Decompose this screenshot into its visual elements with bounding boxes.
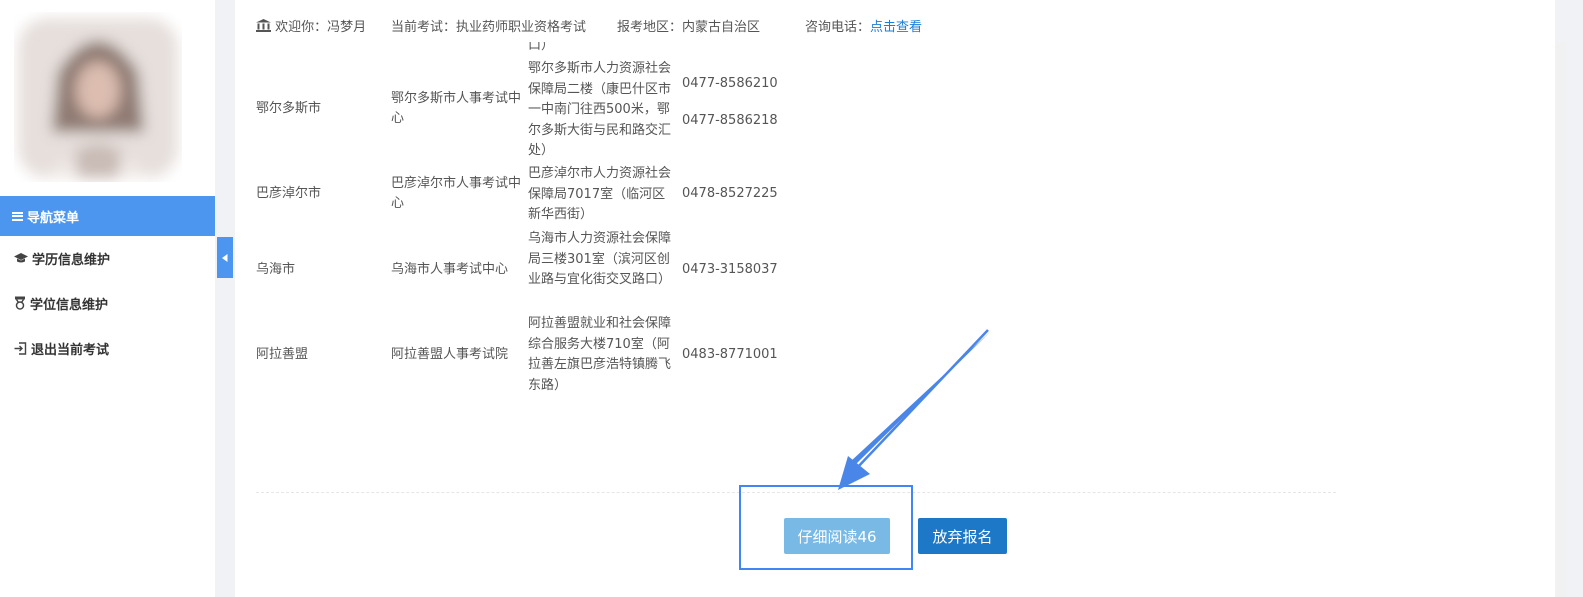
sidebar-item-label: 学历信息维护 bbox=[32, 252, 111, 268]
table-cell-org: 乌海市人事考试中心 bbox=[391, 262, 509, 277]
table-cell-city: 鄂尔多斯市 bbox=[256, 101, 322, 116]
exam-region: 报考地区：内蒙古自治区 bbox=[617, 20, 761, 35]
table-cell-address: 鄂尔多斯市人力资源社会保障局二楼（康巴什区市一中南门往西500米，鄂尔多斯大街与… bbox=[528, 61, 672, 159]
sidebar-item-label: 退出当前考试 bbox=[31, 342, 110, 358]
current-exam: 当前考试：执业药师职业资格考试 bbox=[391, 20, 587, 35]
welcome-text: 欢迎你：冯梦月 bbox=[275, 20, 367, 35]
sidebar-item-education[interactable]: 学历信息维护 bbox=[0, 240, 215, 276]
sidebar-item-degree[interactable]: 学位信息维护 bbox=[0, 285, 215, 321]
table-cell-org: 鄂尔多斯市人事考试中心 bbox=[391, 91, 522, 126]
sidebar-item-label: 学位信息维护 bbox=[30, 297, 109, 313]
sidebar-collapse-toggle[interactable] bbox=[217, 237, 233, 278]
table-cell-phone: 0483-8771001 bbox=[682, 347, 778, 362]
table-cell-address: 巴彦淖尔市人力资源社会保障局7017室（临河区新华西街） bbox=[528, 166, 672, 223]
logout-icon bbox=[14, 341, 27, 355]
table-cell-city: 阿拉善盟 bbox=[256, 347, 309, 362]
sidebar-item-exit-exam[interactable]: 退出当前考试 bbox=[0, 330, 215, 366]
top-info-bar: 欢迎你：冯梦月 当前考试：执业药师职业资格考试 报考地区：内蒙古自治区 咨询电话… bbox=[235, 0, 1555, 48]
nav-menu-header[interactable]: 导航菜单 bbox=[0, 196, 215, 236]
user-avatar bbox=[18, 18, 178, 178]
table-cell-fragment: 口） bbox=[528, 42, 555, 53]
table-cell-phone: 0477-8586218 bbox=[682, 113, 778, 128]
nav-menu-title: 导航菜单 bbox=[27, 210, 80, 226]
medal-icon bbox=[15, 296, 25, 310]
consult-phone: 咨询电话：点击查看 bbox=[805, 16, 922, 35]
table-cell-phone: 0478-8527225 bbox=[682, 186, 778, 201]
graduation-cap-icon bbox=[14, 253, 28, 263]
bank-icon bbox=[256, 19, 271, 32]
table-cell-phone: 0477-8586210 bbox=[682, 76, 778, 91]
consult-phone-label: 咨询电话： bbox=[805, 20, 871, 35]
annotation-highlight-box bbox=[739, 485, 913, 570]
table-cell-phone: 0473-3158037 bbox=[682, 262, 778, 277]
table-cell-address: 阿拉善盟就业和社会保障综合服务大楼710室（阿拉善左旗巴彦浩特镇腾飞东路） bbox=[528, 316, 672, 393]
vertical-scrollbar[interactable] bbox=[1556, 42, 1566, 597]
table-cell-address: 乌海市人力资源社会保障局三楼301室（滨河区创业路与宜化街交叉路口） bbox=[528, 231, 672, 288]
abandon-registration-button[interactable]: 放弃报名 bbox=[918, 518, 1007, 554]
main-content: 口） 鄂尔多斯市 鄂尔多斯市人事考试中心 鄂尔多斯市人力资源社会保障局二楼（康巴… bbox=[235, 42, 1555, 597]
table-cell-org: 阿拉善盟人事考试院 bbox=[391, 347, 509, 362]
table-cell-city: 乌海市 bbox=[256, 262, 296, 277]
menu-icon bbox=[12, 211, 23, 221]
caret-left-icon bbox=[222, 253, 228, 262]
welcome-segment: 欢迎你：冯梦月 bbox=[256, 16, 366, 35]
table-cell-org: 巴彦淖尔市人事考试中心 bbox=[391, 176, 522, 211]
sidebar: 导航菜单 学历信息维护 学位信息维护 退出当前考试 bbox=[0, 0, 215, 597]
table-cell-city: 巴彦淖尔市 bbox=[256, 186, 322, 201]
view-phone-link[interactable]: 点击查看 bbox=[870, 20, 922, 35]
